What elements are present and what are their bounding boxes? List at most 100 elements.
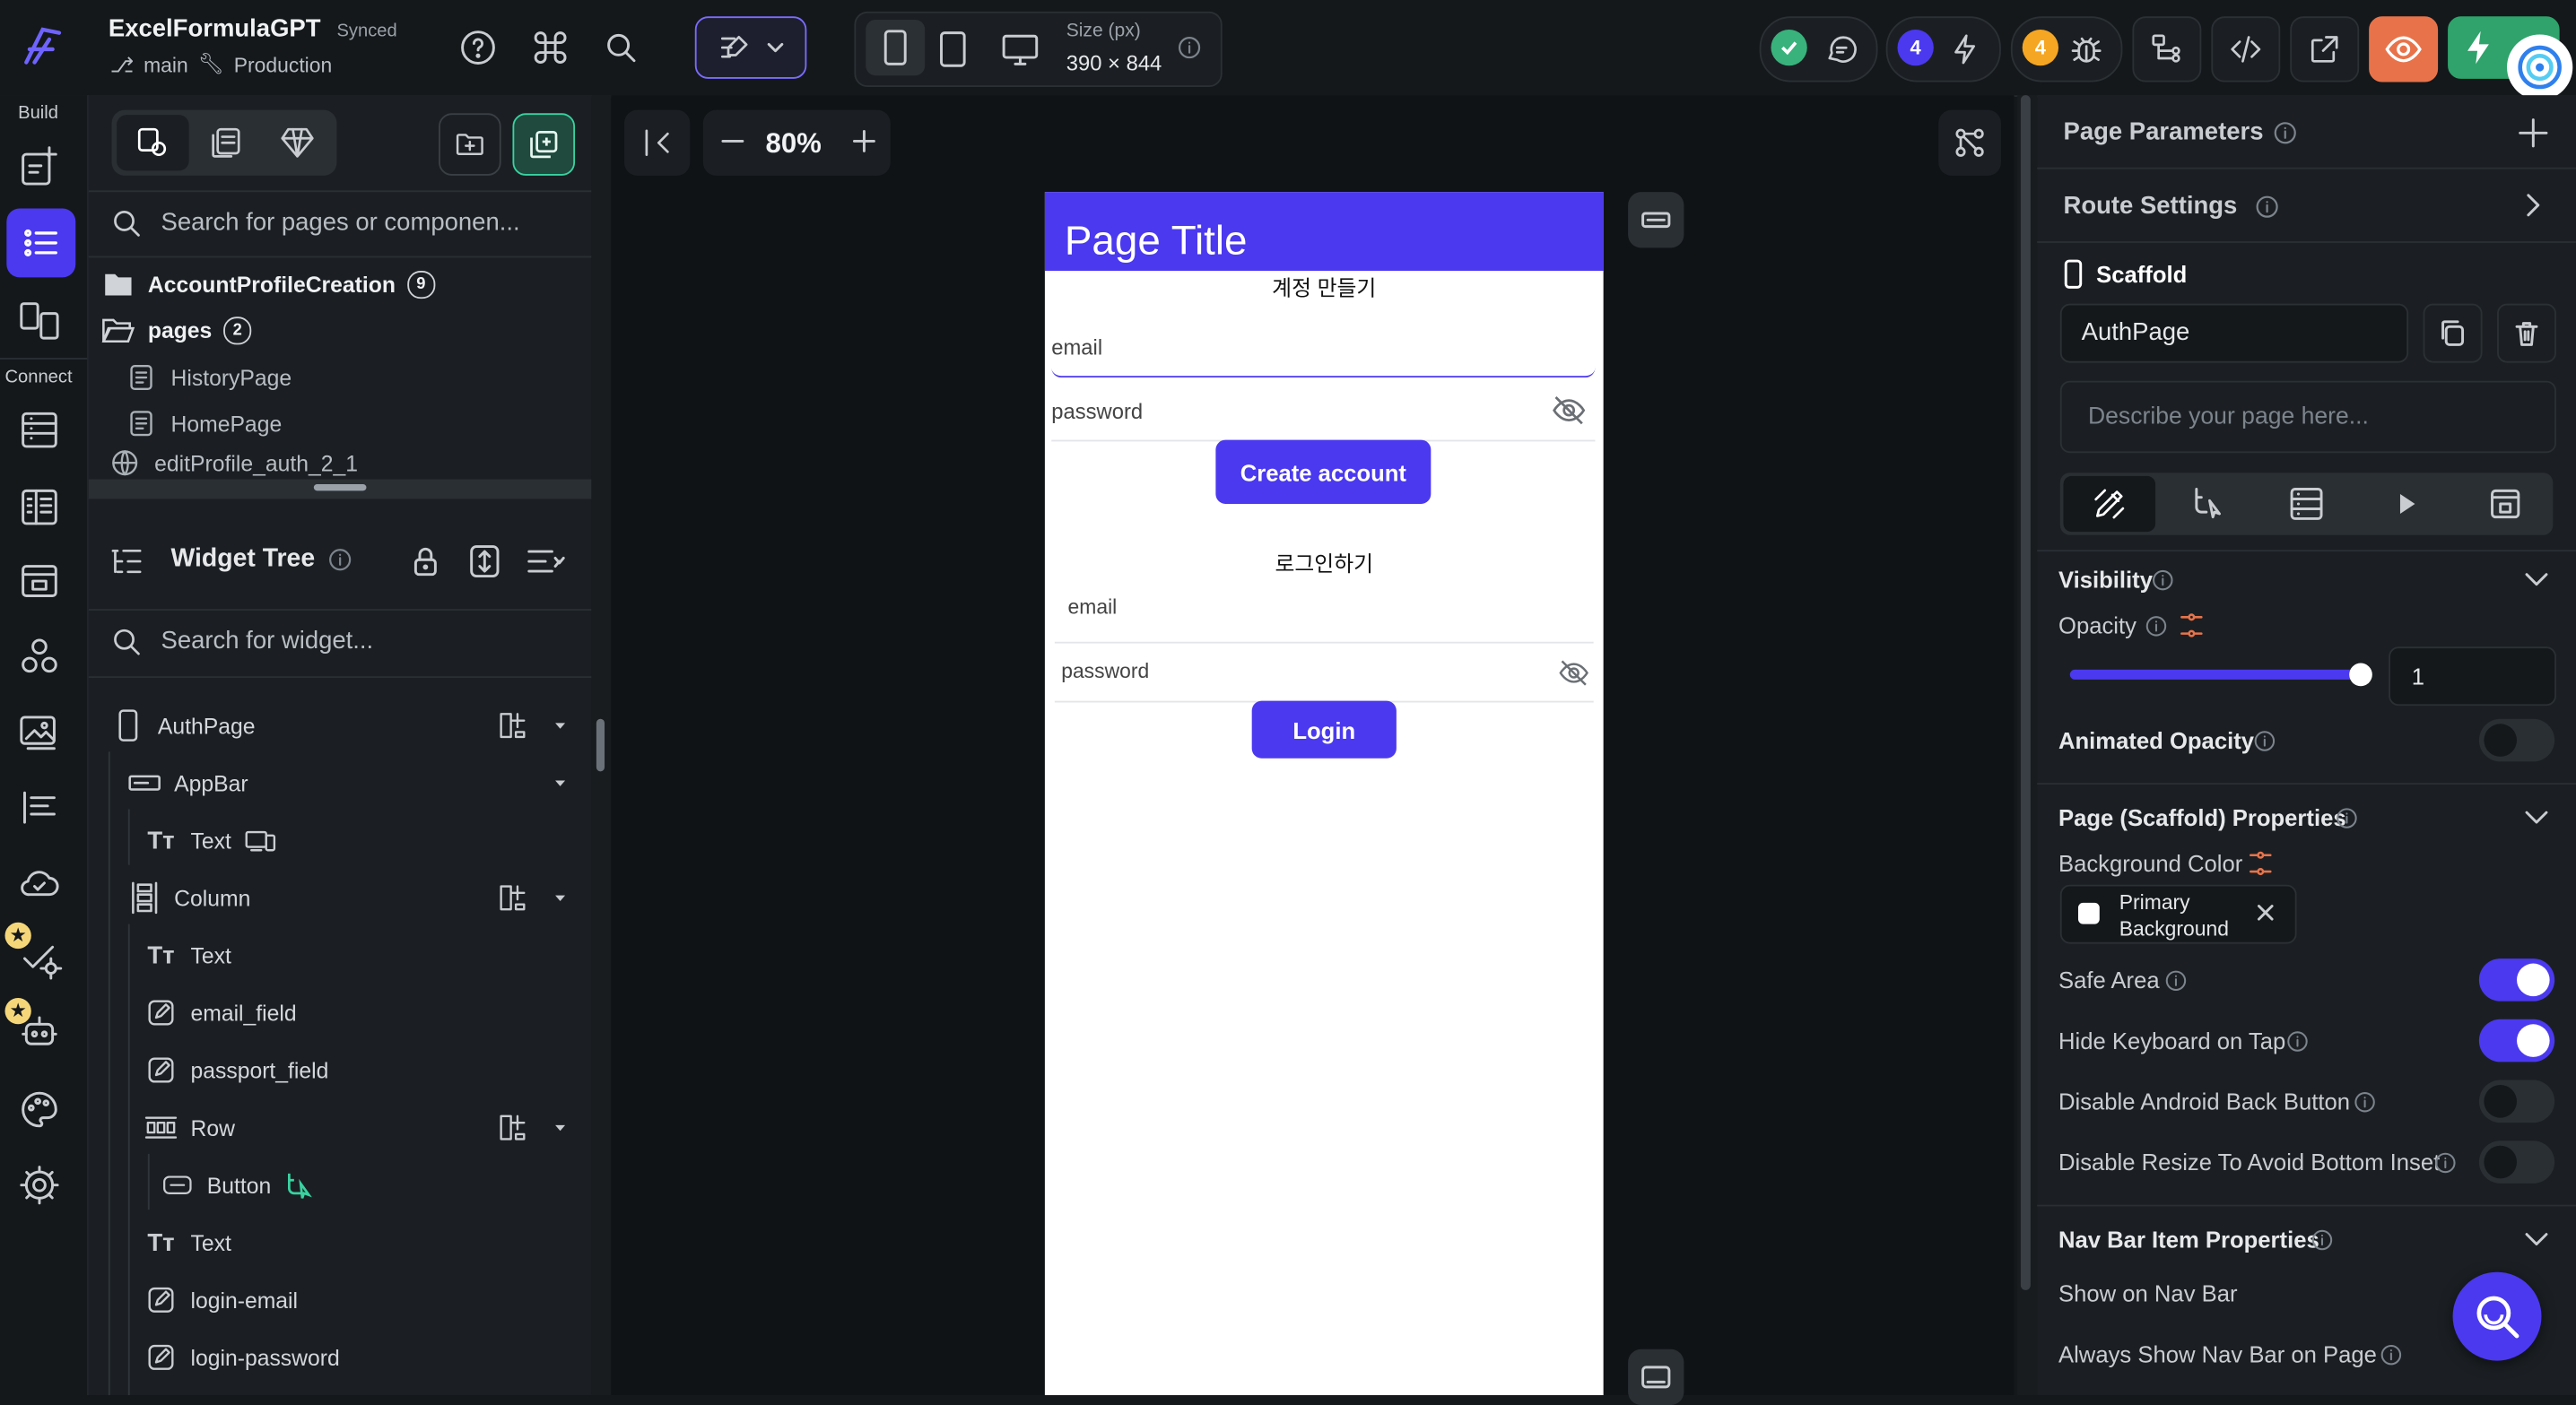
pages-tab-icon[interactable] bbox=[117, 115, 189, 171]
folder-pages[interactable]: pages 2 bbox=[101, 305, 605, 354]
backend-query-tab-icon[interactable] bbox=[2288, 486, 2324, 522]
chevron-down-icon[interactable] bbox=[2523, 1227, 2549, 1251]
help-icon[interactable] bbox=[458, 28, 498, 67]
preview-button[interactable] bbox=[2369, 16, 2439, 82]
settings-gear-icon[interactable] bbox=[16, 1162, 62, 1208]
assistant-avatar[interactable] bbox=[2507, 34, 2573, 100]
app-state-icon[interactable] bbox=[16, 558, 62, 603]
opacity-input[interactable]: 1 bbox=[2389, 646, 2556, 707]
localization-icon[interactable] bbox=[16, 785, 62, 830]
tree-node-email-field[interactable]: email_field bbox=[144, 988, 647, 1037]
page-item[interactable]: HomePage bbox=[125, 399, 627, 448]
help-search-button[interactable] bbox=[2452, 1271, 2542, 1361]
layout-tree-button[interactable] bbox=[1938, 109, 2001, 176]
cloud-functions-icon[interactable] bbox=[16, 860, 62, 906]
visibility-off-icon[interactable] bbox=[1551, 394, 1587, 427]
opacity-slider-thumb[interactable] bbox=[2349, 663, 2372, 687]
canvas-scrollbar[interactable] bbox=[2017, 95, 2038, 1396]
tree-node-login-password[interactable]: login-password bbox=[144, 1332, 647, 1382]
add-parameter-icon[interactable] bbox=[2517, 117, 2550, 150]
chevron-down-icon[interactable] bbox=[2523, 568, 2549, 591]
scaffold-section-title[interactable]: Page (Scaffold) Properties bbox=[2058, 804, 2346, 830]
size-value[interactable]: 390 × 844 bbox=[1066, 51, 1162, 75]
email-field[interactable]: email bbox=[1051, 320, 1596, 378]
chevron-down-icon[interactable] bbox=[2523, 806, 2549, 829]
flutterflow-logo[interactable] bbox=[13, 20, 69, 75]
appbar-toggle-button[interactable] bbox=[1628, 192, 1684, 248]
collapse-panel-button[interactable] bbox=[624, 109, 691, 176]
clear-icon[interactable] bbox=[2256, 903, 2276, 923]
page-search-input[interactable]: Search for pages or componen... bbox=[161, 208, 519, 236]
app-bar[interactable]: Page Title bbox=[1044, 192, 1604, 272]
variable-binding-icon[interactable] bbox=[2248, 850, 2274, 876]
page-description-input[interactable]: Describe your page here... bbox=[2059, 380, 2556, 454]
login-button[interactable]: Login bbox=[1251, 700, 1397, 759]
search-icon[interactable] bbox=[601, 28, 640, 67]
tree-node-text[interactable]: Tт Text bbox=[144, 931, 647, 980]
tablet-device-icon[interactable] bbox=[935, 30, 970, 69]
login-email-field[interactable]: email bbox=[1054, 586, 1594, 644]
panel-resize-bar[interactable] bbox=[88, 479, 592, 499]
tree-node-text[interactable]: Tт Text bbox=[144, 816, 647, 865]
page-selector-icon[interactable] bbox=[6, 208, 76, 278]
tree-node-row[interactable]: Row bbox=[144, 1103, 647, 1152]
variable-binding-icon[interactable] bbox=[2179, 612, 2205, 638]
storyboard-icon[interactable] bbox=[16, 297, 62, 343]
page-item[interactable]: HistoryPage bbox=[125, 353, 627, 403]
page-name-input[interactable]: AuthPage bbox=[2059, 303, 2409, 363]
version-control-button[interactable] bbox=[2132, 16, 2202, 82]
page-item[interactable]: editProfile_auth_2_1 bbox=[109, 445, 611, 481]
custom-code-icon[interactable] bbox=[16, 634, 62, 680]
route-settings-title[interactable]: Route Settings bbox=[2063, 192, 2237, 220]
environment-name[interactable]: Production bbox=[234, 53, 332, 76]
zoom-out-icon[interactable] bbox=[717, 125, 750, 158]
expand-collapse-icon[interactable] bbox=[468, 543, 501, 579]
tree-node-text[interactable]: Tт Text bbox=[144, 1218, 647, 1267]
widget-search-input[interactable]: Search for widget... bbox=[161, 627, 373, 655]
agents-group[interactable]: 4 bbox=[1885, 16, 2001, 82]
page-state-tab-icon[interactable] bbox=[2487, 486, 2523, 522]
add-page-icon[interactable] bbox=[16, 144, 62, 190]
lock-icon[interactable] bbox=[409, 543, 442, 579]
navbar-toggle-button[interactable] bbox=[1628, 1349, 1684, 1405]
zoom-level[interactable]: 80% bbox=[766, 128, 822, 161]
properties-tab-icon[interactable] bbox=[2063, 475, 2156, 533]
add-page-button[interactable] bbox=[512, 113, 576, 176]
disable-back-toggle[interactable] bbox=[2478, 1080, 2555, 1123]
login-password-field[interactable]: password bbox=[1054, 645, 1594, 703]
chevron-right-icon[interactable] bbox=[2520, 190, 2546, 220]
divider-handle[interactable] bbox=[596, 718, 605, 772]
hide-keyboard-toggle[interactable] bbox=[2478, 1019, 2555, 1062]
widget-picker-button[interactable] bbox=[694, 16, 807, 79]
page-parameters-title[interactable]: Page Parameters bbox=[2063, 118, 2263, 146]
animated-opacity-toggle[interactable] bbox=[2478, 718, 2555, 762]
add-widget-icon[interactable] bbox=[496, 1111, 529, 1144]
zoom-in-icon[interactable] bbox=[848, 125, 881, 158]
scrollbar-thumb[interactable] bbox=[2020, 95, 2031, 1290]
create-account-button[interactable]: Create account bbox=[1215, 439, 1432, 504]
panel-divider[interactable] bbox=[591, 95, 612, 1396]
tree-options-icon[interactable] bbox=[526, 543, 565, 579]
opacity-slider[interactable] bbox=[2069, 663, 2372, 687]
api-calls-icon[interactable] bbox=[16, 484, 62, 530]
open-external-button[interactable] bbox=[2290, 16, 2360, 82]
project-name[interactable]: ExcelFormulaGPT bbox=[109, 14, 321, 42]
tree-node-login-email[interactable]: login-email bbox=[144, 1275, 647, 1324]
media-assets-icon[interactable] bbox=[16, 709, 62, 755]
branch-name[interactable]: main bbox=[144, 53, 188, 76]
components-tab-icon[interactable] bbox=[209, 125, 245, 160]
background-color-picker[interactable]: Primary Background bbox=[2059, 884, 2297, 944]
command-icon[interactable] bbox=[531, 28, 570, 67]
device-preview[interactable]: Page Title 계정 만들기 email password Create … bbox=[1044, 192, 1604, 1396]
password-field[interactable]: password bbox=[1051, 384, 1596, 442]
desktop-device-icon[interactable] bbox=[1000, 30, 1040, 69]
view-code-button[interactable] bbox=[2211, 16, 2281, 82]
phone-device-icon[interactable] bbox=[866, 19, 926, 76]
safe-area-toggle[interactable] bbox=[2478, 958, 2555, 1002]
drag-handle[interactable] bbox=[313, 484, 367, 491]
caret-down-icon[interactable] bbox=[552, 717, 568, 733]
library-tab-icon[interactable] bbox=[279, 125, 315, 160]
caret-down-icon[interactable] bbox=[552, 775, 568, 791]
check-status-icon[interactable] bbox=[1771, 29, 1807, 66]
add-folder-button[interactable] bbox=[439, 113, 501, 176]
